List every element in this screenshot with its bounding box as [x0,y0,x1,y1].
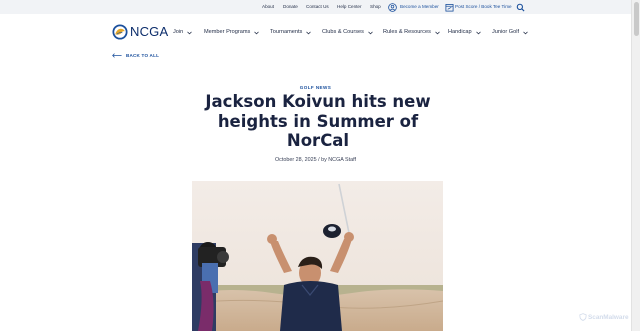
nav-member-programs[interactable]: Member Programs [204,28,260,37]
page-scrollbar[interactable] [631,0,640,331]
user-circle-icon [388,2,397,12]
nav-label: Member Programs [204,29,251,35]
shop-link[interactable]: Shop [370,0,381,14]
article-byline: October 28, 2025 / by NCGA Staff [274,157,357,163]
donate-link[interactable]: Donate [283,0,298,14]
calendar-icon [445,3,454,12]
nav-tournaments[interactable]: Tournaments [270,28,312,37]
nav-label: Clubs & Courses [322,29,364,35]
nav-rules-resources[interactable]: Rules & Resources [383,28,440,37]
help-center-link[interactable]: Help Center [337,0,362,14]
article-category[interactable]: GOLF NEWS [0,85,631,90]
contact-link[interactable]: Contact Us [306,0,329,14]
chevron-down-icon [523,31,528,34]
chevron-down-icon [254,31,260,34]
nav-junior-golf[interactable]: Junior Golf [492,28,528,37]
watermark-text: ScanMalware [588,313,629,321]
back-to-all-link[interactable]: BACK TO ALL [112,52,159,59]
back-label: BACK TO ALL [126,53,160,58]
nav-label: Junior Golf [492,29,520,35]
about-link[interactable]: About [262,0,274,14]
post-score-link[interactable]: Post Score / Book Tee Time [455,0,512,14]
chevron-down-icon [187,31,193,34]
chevron-down-icon [435,31,440,34]
nav-clubs-courses[interactable]: Clubs & Courses [322,28,373,37]
nav-label: Rules & Resources [383,29,431,35]
become-member-link[interactable]: Become a Member [400,0,439,14]
utility-bar: About Donate Contact Us Help Center Shop… [0,0,631,14]
nav-label: Handicap [448,29,472,35]
scrollbar-thumb[interactable] [634,2,639,36]
ncga-logo[interactable]: NCGA [112,23,168,40]
nav-label: Tournaments [270,29,303,35]
ncga-logo-mark-icon [112,23,128,40]
nav-join[interactable]: Join [173,28,193,37]
golfer-celebrating-photo [192,181,443,331]
chevron-down-icon [306,31,312,34]
scanmalware-watermark: ScanMalware [579,312,629,322]
nav-handicap[interactable]: Handicap [448,28,481,37]
article-title: Jackson Koivun hits new heights in Summe… [205,92,431,150]
logo-text: NCGA [130,24,169,39]
search-icon[interactable] [516,3,525,12]
chevron-down-icon [475,31,481,34]
shield-icon [579,313,587,321]
nav-label: Join [173,29,184,35]
article-hero-image [192,181,443,331]
arrow-left-icon [112,53,122,58]
chevron-down-icon [368,31,373,34]
